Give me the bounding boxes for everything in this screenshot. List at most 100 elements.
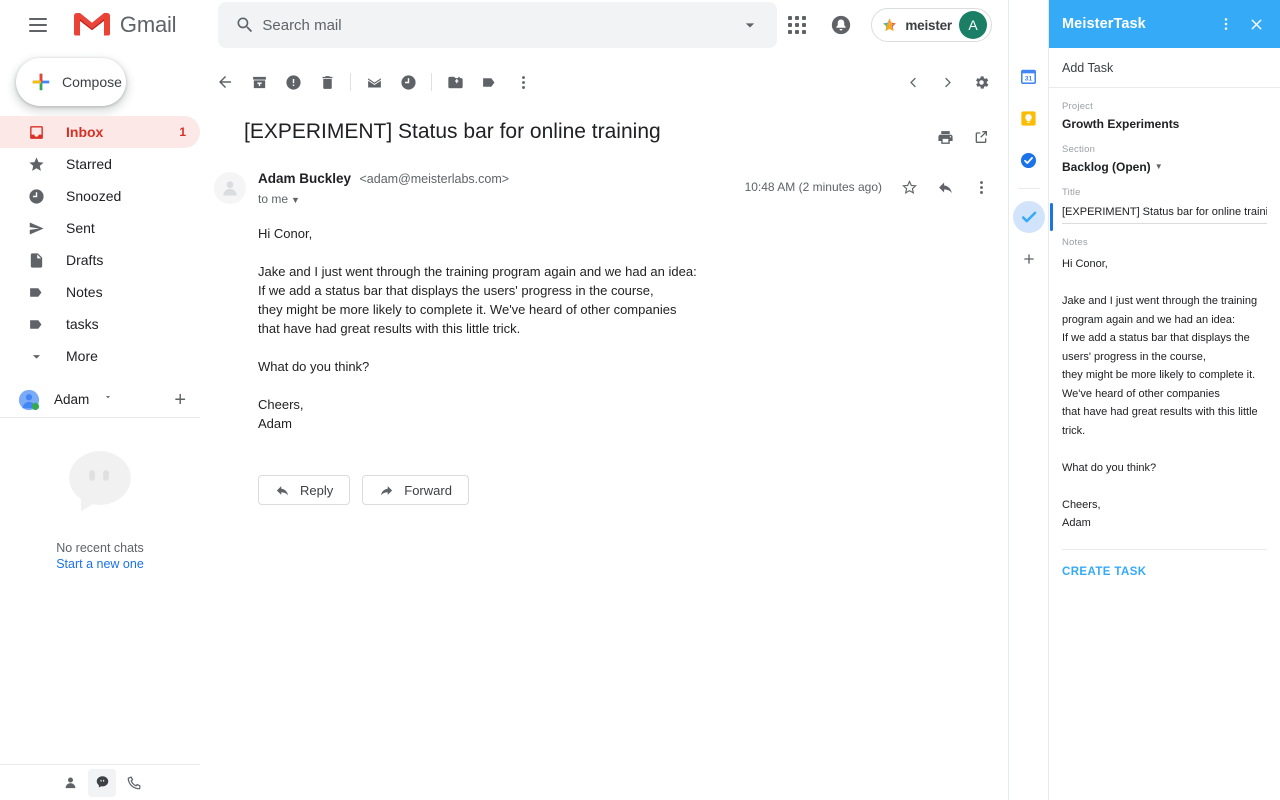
section-value: Backlog (Open) (1062, 160, 1151, 174)
meistertask-header-actions (1212, 10, 1270, 38)
section-label: Section (1062, 144, 1096, 155)
email-subject-row: [EXPERIMENT] Status bar for online train… (200, 100, 1008, 154)
sidebar-account-name: Adam (54, 392, 90, 407)
sidebar-item-more[interactable]: More (0, 340, 200, 372)
add-addon-button[interactable] (1013, 243, 1045, 275)
compose-label: Compose (62, 74, 122, 90)
more-vert-icon[interactable] (506, 65, 540, 99)
sidebar-item-drafts[interactable]: Drafts (0, 244, 200, 276)
sidebar-item-label: Snoozed (66, 188, 122, 204)
report-spam-icon[interactable] (276, 65, 310, 99)
add-account-button[interactable]: + (174, 390, 186, 410)
open-in-new-icon[interactable] (964, 120, 998, 154)
task-notes-input[interactable]: Hi Conor, Jake and I just went through t… (1062, 255, 1267, 533)
rail-divider (1017, 188, 1040, 189)
label-icon[interactable] (472, 65, 506, 99)
chevron-down-icon: ▼ (1154, 162, 1163, 171)
chat-bubble-icon[interactable] (88, 768, 116, 797)
chevron-down-icon (26, 348, 46, 365)
notifications-bell-icon[interactable] (821, 5, 861, 45)
print-icon[interactable] (928, 120, 962, 154)
notes-field: Notes Hi Conor, Jake and I just went thr… (1062, 224, 1267, 533)
google-keep-icon[interactable] (1013, 102, 1045, 134)
email-nav-actions (896, 65, 998, 99)
avatar[interactable]: A (959, 11, 987, 39)
archive-icon[interactable] (242, 65, 276, 99)
gmail-body: Compose Inbox 1 Starred Snoozed Sent Dra… (0, 50, 1008, 800)
email-sender-line: Adam Buckley <adam@meisterlabs.com> (258, 170, 509, 188)
hamburger-icon[interactable] (18, 5, 58, 45)
add-task-header[interactable]: Add Task (1049, 48, 1280, 88)
search-icon (228, 15, 262, 35)
sidebar-item-tasks[interactable]: tasks (0, 308, 200, 340)
apps-grid-icon[interactable] (777, 5, 817, 45)
sidebar-account-row[interactable]: Adam + (0, 382, 200, 418)
chevron-left-icon[interactable] (896, 65, 930, 99)
person-icon[interactable] (56, 769, 84, 797)
google-tasks-icon[interactable] (1013, 144, 1045, 176)
gmail-logo[interactable]: Gmail (72, 10, 177, 40)
sidebar-item-label: Drafts (66, 252, 104, 268)
svg-text:31: 31 (1025, 75, 1033, 82)
toolbar-divider (431, 73, 432, 91)
reply-icon[interactable] (928, 170, 962, 204)
chat-empty-text: No recent chats (56, 541, 144, 555)
more-vert-icon[interactable] (964, 170, 998, 204)
compose-button[interactable]: Compose (16, 58, 126, 106)
email-sender-name: Adam Buckley (258, 171, 352, 186)
clock-icon[interactable] (391, 65, 425, 99)
email-sender-address: <adam@meisterlabs.com> (359, 172, 510, 186)
trash-icon[interactable] (310, 65, 344, 99)
gear-icon[interactable] (964, 65, 998, 99)
arrow-back-icon[interactable] (208, 65, 242, 99)
task-title-input[interactable] (1062, 202, 1267, 224)
google-calendar-icon[interactable]: 31 (1013, 60, 1045, 92)
title-label: Title (1062, 187, 1081, 198)
forward-button-label: Forward (404, 482, 452, 498)
plus-icon (1023, 254, 1034, 264)
person-avatar-icon (214, 172, 246, 204)
more-vert-icon[interactable] (1212, 10, 1240, 38)
meister-account-chip[interactable]: meister A (871, 8, 992, 42)
chevron-down-icon[interactable] (103, 389, 111, 411)
meistertask-header: MeisterTask (1049, 0, 1280, 48)
sidebar-item-label: tasks (66, 316, 99, 332)
meistertask-icon[interactable] (1012, 201, 1053, 233)
star-outline-icon[interactable] (892, 170, 926, 204)
sidebar-item-starred[interactable]: Starred (0, 148, 200, 180)
start-new-chat-link[interactable]: Start a new one (0, 557, 200, 571)
chevron-right-icon[interactable] (930, 65, 964, 99)
meister-star-icon (883, 17, 897, 31)
project-value[interactable]: Growth Experiments (1062, 117, 1267, 131)
mark-unread-icon[interactable] (357, 65, 391, 99)
sidebar-item-inbox[interactable]: Inbox 1 (0, 116, 200, 148)
email-timestamp: 10:48 AM (2 minutes ago) (744, 180, 882, 194)
sidebar-item-snoozed[interactable]: Snoozed (0, 180, 200, 212)
chevron-down-icon: ▼ (291, 194, 300, 205)
sidebar-item-notes[interactable]: Notes (0, 276, 200, 308)
create-task-button[interactable]: CREATE TASK (1062, 550, 1267, 578)
top-right-actions: meister A (777, 5, 1000, 45)
gmail-meistertask-window: Gmail Search mail meister A Compose Inbo… (0, 0, 1280, 800)
chevron-down-icon[interactable] (733, 15, 767, 35)
search-bar[interactable] (218, 2, 778, 48)
section-select[interactable]: Backlog (Open) ▼ (1062, 160, 1267, 174)
sidebar-item-sent[interactable]: Sent (0, 212, 200, 244)
reply-icon (276, 485, 289, 495)
sidebar-nav: Inbox 1 Starred Snoozed Sent Drafts Note… (0, 116, 200, 372)
draft-icon (26, 252, 46, 269)
inbox-unread-count: 1 (179, 125, 186, 139)
avatar (18, 389, 40, 411)
move-to-folder-icon[interactable] (438, 65, 472, 99)
search-input[interactable] (262, 16, 734, 34)
phone-icon[interactable] (120, 769, 148, 797)
email-message-header: Adam Buckley <adam@meisterlabs.com> to m… (258, 170, 998, 206)
gmail-app: Gmail Search mail meister A Compose Inbo… (0, 0, 1008, 800)
close-icon[interactable] (1242, 10, 1270, 38)
email-actions: Reply Forward (258, 475, 998, 505)
reply-button[interactable]: Reply (258, 475, 351, 505)
email-subject-actions (928, 118, 998, 154)
forward-button[interactable]: Forward (362, 475, 469, 505)
sidebar-item-label: Notes (66, 284, 103, 300)
email-recipients[interactable]: to me ▼ (258, 192, 509, 206)
